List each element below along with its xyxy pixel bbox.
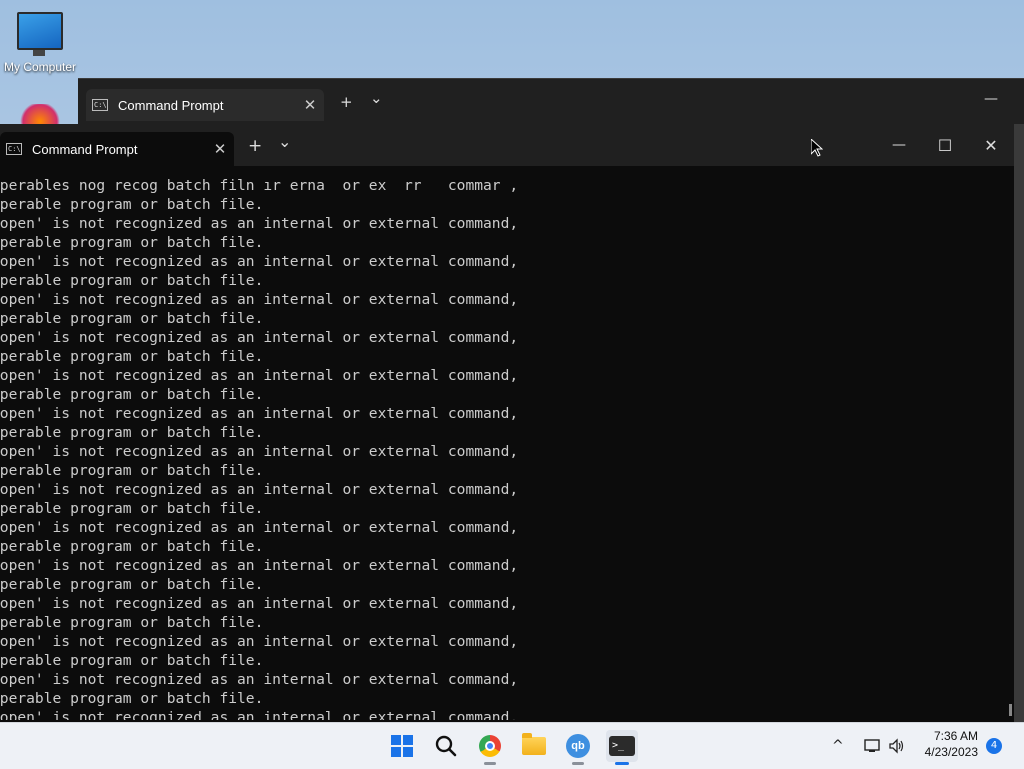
console-output[interactable]: operables nog recog batch filn ır erna o… [0, 168, 1006, 720]
chevron-up-icon: ^ [832, 738, 844, 754]
clock[interactable]: 7:36 AM 4/23/2023 [925, 728, 978, 760]
chrome-icon [479, 735, 501, 757]
scrollbar-thumb[interactable] [1009, 704, 1012, 716]
active-indicator [615, 762, 629, 765]
tray-overflow-button[interactable]: ^ [832, 723, 844, 769]
terminal-button[interactable]: >_ [606, 730, 638, 765]
background-new-tab-button[interactable]: + [340, 93, 353, 111]
cmd-icon: C:\ [92, 99, 108, 111]
background-tab[interactable]: C:\ Command Prompt ✕ [86, 89, 324, 121]
taskbar: qb >_ ^ 7:36 AM 4/23/2023 4 [0, 722, 1024, 769]
windows-icon [391, 735, 413, 757]
desktop-icon-label: My Computer [3, 60, 77, 74]
clock-time: 7:36 AM [933, 729, 978, 743]
qbittorrent-icon: qb [566, 734, 590, 758]
scrollbar[interactable] [1006, 168, 1014, 720]
window-edge [1014, 124, 1024, 724]
network-icon[interactable] [864, 723, 882, 769]
folder-icon [522, 733, 546, 755]
maximize-button[interactable]: ☐ [922, 124, 968, 166]
background-tab-close-button[interactable]: ✕ [296, 96, 324, 114]
my-computer-icon [17, 12, 63, 56]
running-indicator [572, 762, 584, 765]
start-button[interactable] [386, 730, 418, 762]
volume-icon[interactable] [888, 723, 906, 769]
search-icon [435, 735, 457, 757]
terminal-titlebar[interactable]: C:\ Command Prompt ✕ + ⌄ — ☐ ✕ [0, 124, 1014, 166]
minimize-button[interactable]: — [876, 124, 922, 166]
clock-date: 4/23/2023 [924, 745, 978, 759]
close-button[interactable]: ✕ [968, 124, 1014, 166]
tab-close-button[interactable]: ✕ [206, 140, 234, 158]
qbittorrent-button[interactable]: qb [562, 730, 594, 765]
desktop-app-icon[interactable] [18, 104, 62, 126]
chrome-button[interactable] [474, 730, 506, 765]
tab-label: Command Prompt [32, 141, 138, 157]
file-explorer-button[interactable] [518, 730, 550, 762]
running-indicator [484, 762, 496, 765]
tab-command-prompt[interactable]: C:\ Command Prompt ✕ [0, 132, 234, 166]
terminal-window: C:\ Command Prompt ✕ + ⌄ — ☐ ✕ operables… [0, 124, 1014, 724]
search-button[interactable] [430, 730, 462, 762]
new-tab-button[interactable]: + [248, 136, 262, 156]
notification-badge[interactable]: 4 [986, 738, 1002, 754]
background-tab-label: Command Prompt [118, 97, 224, 113]
console-text: operables nog recog batch filn ır erna o… [0, 177, 519, 720]
tab-dropdown-button[interactable]: ⌄ [278, 132, 291, 151]
terminal-icon: >_ [609, 736, 635, 756]
background-minimize-button[interactable]: — [984, 91, 998, 107]
desktop-icon-my-computer[interactable]: My Computer [0, 8, 80, 74]
background-dropdown-button[interactable]: ⌄ [370, 89, 383, 107]
cmd-icon: C:\ [6, 143, 22, 155]
